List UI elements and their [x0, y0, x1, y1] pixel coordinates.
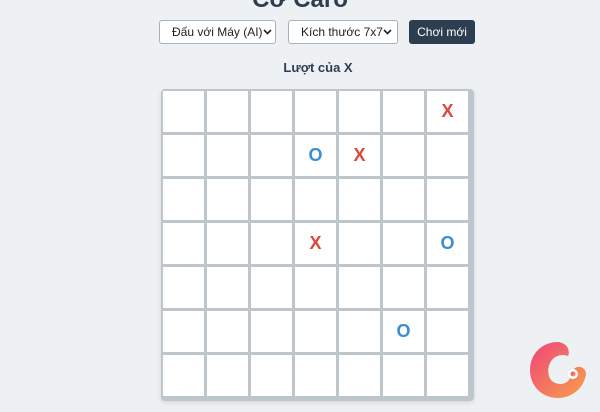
board-cell[interactable]: X — [339, 135, 380, 176]
mode-select-value: Đấu với Máy (AI) — [172, 25, 263, 39]
board-cell[interactable] — [207, 179, 248, 220]
board-cell[interactable] — [207, 355, 248, 396]
chevron-down-icon — [383, 29, 393, 35]
mode-select[interactable]: Đấu với Máy (AI) — [159, 20, 276, 44]
board-cell[interactable] — [295, 311, 336, 352]
board-cell[interactable] — [295, 179, 336, 220]
board-cell[interactable] — [163, 223, 204, 264]
board-cell[interactable] — [163, 91, 204, 132]
board-cell[interactable] — [207, 135, 248, 176]
board-cell[interactable] — [207, 223, 248, 264]
board-cell[interactable] — [339, 179, 380, 220]
board-cell[interactable] — [163, 135, 204, 176]
board-cell[interactable] — [339, 311, 380, 352]
board-cell[interactable] — [339, 267, 380, 308]
board-cell[interactable] — [251, 355, 292, 396]
board-cell[interactable] — [295, 355, 336, 396]
board-cell[interactable] — [251, 267, 292, 308]
board-cell[interactable] — [427, 135, 468, 176]
game-board: XOXXOO — [161, 89, 474, 401]
board-cell[interactable] — [251, 223, 292, 264]
board-cell[interactable]: O — [427, 223, 468, 264]
board-cell[interactable] — [295, 267, 336, 308]
board-cell[interactable] — [427, 355, 468, 396]
board-cell[interactable] — [251, 135, 292, 176]
board-cell[interactable] — [339, 355, 380, 396]
board-cell[interactable] — [207, 91, 248, 132]
turn-indicator: Lượt của X — [283, 60, 353, 75]
page-title: Cờ Caro — [0, 0, 600, 14]
board-cell[interactable]: O — [295, 135, 336, 176]
board-cell[interactable] — [427, 311, 468, 352]
board-cell[interactable] — [339, 91, 380, 132]
board-cell[interactable] — [383, 91, 424, 132]
board-cell[interactable] — [163, 179, 204, 220]
board-cell[interactable] — [163, 311, 204, 352]
board-cell[interactable]: O — [383, 311, 424, 352]
chevron-down-icon — [262, 29, 272, 35]
board-cell[interactable]: X — [427, 91, 468, 132]
board-cell[interactable] — [383, 355, 424, 396]
board-cell[interactable] — [383, 135, 424, 176]
board-cell[interactable] — [383, 267, 424, 308]
brand-logo-icon — [526, 338, 590, 402]
board-cell[interactable] — [339, 223, 380, 264]
board-cell[interactable] — [383, 223, 424, 264]
new-game-button[interactable]: Chơi mới — [409, 20, 475, 44]
board-cell[interactable] — [295, 91, 336, 132]
board-cell[interactable] — [427, 267, 468, 308]
board-cell[interactable] — [427, 179, 468, 220]
board-cell[interactable] — [251, 311, 292, 352]
board-cell[interactable] — [163, 267, 204, 308]
board-cell[interactable]: X — [295, 223, 336, 264]
board-cell[interactable] — [163, 355, 204, 396]
board-cell[interactable] — [207, 311, 248, 352]
size-select[interactable]: Kích thước 7x7 — [288, 20, 398, 44]
size-select-value: Kích thước 7x7 — [301, 25, 383, 39]
board-cell[interactable] — [207, 267, 248, 308]
board-cell[interactable] — [251, 179, 292, 220]
board-cell[interactable] — [383, 179, 424, 220]
board-cell[interactable] — [251, 91, 292, 132]
